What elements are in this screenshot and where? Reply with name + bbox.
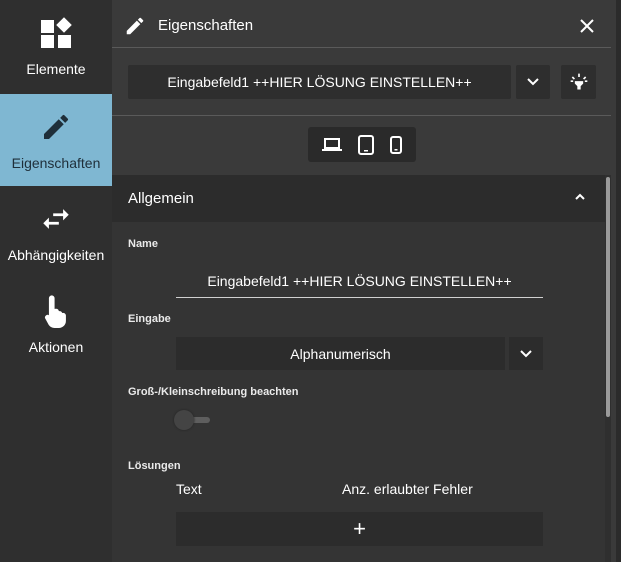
close-icon[interactable] bbox=[578, 17, 596, 35]
chevron-down-icon bbox=[527, 78, 539, 86]
sidebar-item-label: Eigenschaften bbox=[11, 155, 101, 171]
add-solution-button[interactable]: + bbox=[176, 512, 543, 546]
eingabe-dropdown-button[interactable] bbox=[509, 337, 543, 370]
highlight-button[interactable] bbox=[561, 65, 596, 99]
column-header-errors: Anz. erlaubter Fehler bbox=[342, 481, 473, 497]
properties-panel: Eigenschaften Eingabefeld1 ++HIER LÖSUNG… bbox=[112, 0, 616, 562]
sidebar-item-label: Abhängigkeiten bbox=[7, 247, 105, 263]
chevron-down-icon bbox=[520, 349, 532, 357]
touch-hand-icon bbox=[38, 293, 74, 329]
sidebar: Elemente Eigenschaften Abhängigkeiten Ak… bbox=[0, 0, 112, 562]
loesungen-label: Lösungen bbox=[128, 460, 181, 472]
divider bbox=[112, 47, 611, 48]
sidebar-item-label: Aktionen bbox=[28, 339, 84, 355]
tablet-icon[interactable] bbox=[358, 134, 374, 155]
sidebar-item-aktionen[interactable]: Aktionen bbox=[0, 278, 112, 370]
window-right-border bbox=[616, 0, 621, 562]
case-sensitive-label: Groß-/Kleinschreibung beachten bbox=[128, 386, 299, 398]
lightbulb-icon bbox=[570, 73, 587, 90]
pencil-icon bbox=[124, 15, 146, 37]
sidebar-item-elemente[interactable]: Elemente bbox=[0, 0, 112, 92]
eingabe-label: Eingabe bbox=[128, 313, 171, 325]
section-header[interactable]: Allgemein bbox=[112, 175, 605, 222]
element-dropdown-button[interactable] bbox=[516, 65, 550, 99]
pencil-icon bbox=[38, 109, 74, 145]
swap-arrows-icon bbox=[38, 201, 74, 237]
column-header-text: Text bbox=[176, 481, 202, 497]
phone-icon[interactable] bbox=[390, 135, 402, 154]
sidebar-item-eigenschaften[interactable]: Eigenschaften bbox=[0, 94, 112, 186]
panel-header: Eigenschaften bbox=[112, 4, 616, 47]
section-allgemein: Allgemein Name Eingabefeld1 ++HIER LÖSUN… bbox=[112, 175, 605, 562]
chevron-up-icon[interactable] bbox=[574, 192, 586, 202]
laptop-icon[interactable] bbox=[322, 137, 342, 153]
section-title: Allgemein bbox=[128, 190, 194, 207]
name-label: Name bbox=[128, 238, 158, 250]
panel-title: Eigenschaften bbox=[158, 17, 254, 34]
case-sensitive-toggle[interactable] bbox=[172, 409, 212, 431]
toggle-knob bbox=[174, 410, 194, 430]
sidebar-item-abhaengigkeiten[interactable]: Abhängigkeiten bbox=[0, 186, 112, 278]
widgets-icon bbox=[38, 15, 74, 51]
divider bbox=[112, 115, 611, 116]
device-switcher bbox=[308, 127, 416, 162]
name-field[interactable]: Eingabefeld1 ++HIER LÖSUNG EINSTELLEN++ bbox=[176, 265, 543, 298]
scrollbar-thumb[interactable] bbox=[606, 177, 610, 417]
eingabe-select[interactable]: Alphanumerisch bbox=[176, 337, 505, 370]
sidebar-item-label: Elemente bbox=[26, 61, 86, 77]
element-select[interactable]: Eingabefeld1 ++HIER LÖSUNG EINSTELLEN++ bbox=[128, 65, 511, 99]
